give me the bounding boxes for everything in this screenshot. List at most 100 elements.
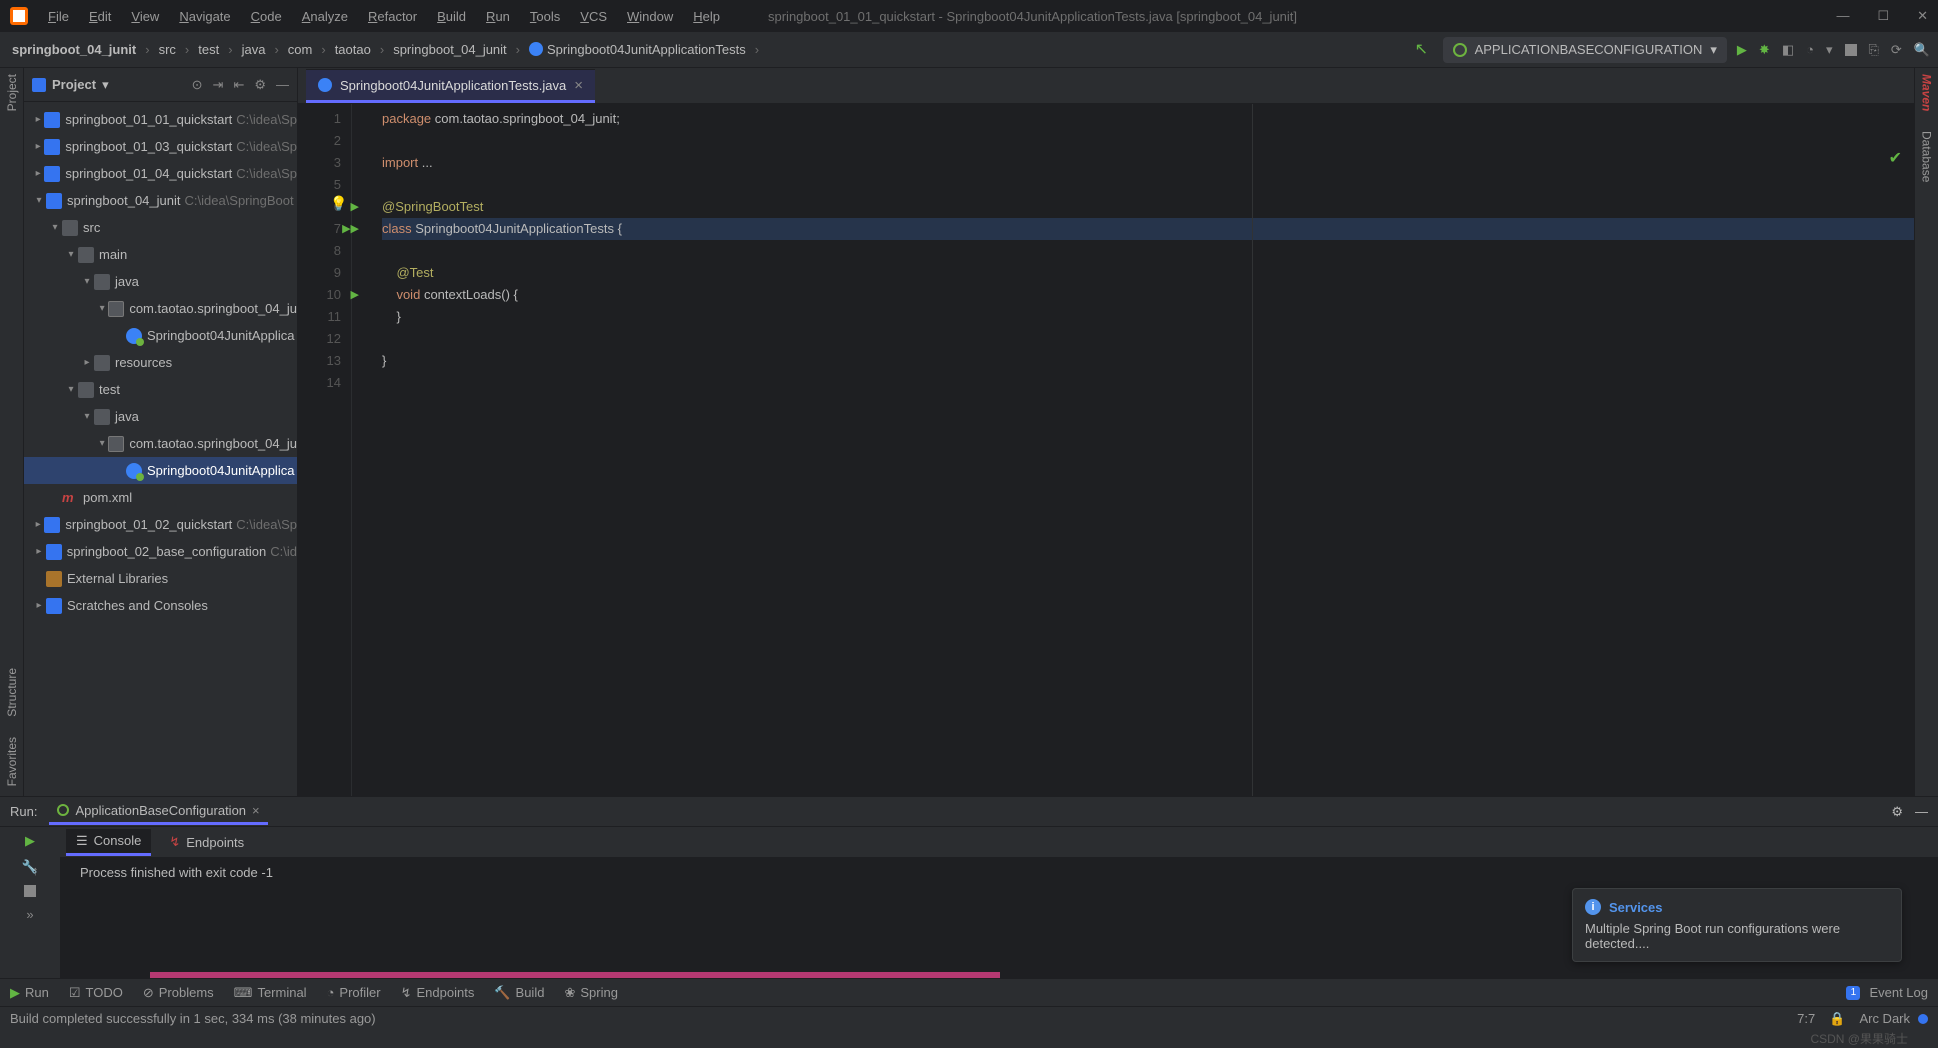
tree-item[interactable]: ▸Scratches and Consoles	[24, 592, 297, 619]
more-icon[interactable]: »	[26, 907, 33, 922]
tree-item[interactable]: ▾springboot_04_junitC:\idea\SpringBoot	[24, 187, 297, 214]
maven-tool-button[interactable]: Maven	[1920, 74, 1934, 111]
caret-position[interactable]: 7:7	[1797, 1011, 1815, 1026]
notification-popup[interactable]: iServices Multiple Spring Boot run confi…	[1572, 888, 1902, 962]
tree-item[interactable]: Springboot04JunitApplica	[24, 322, 297, 349]
tree-item[interactable]: ▸springboot_01_03_quickstartC:\idea\Sp	[24, 133, 297, 160]
back-tool-icon[interactable]: ↖	[1415, 39, 1437, 61]
attach-icon[interactable]: ▾	[1826, 42, 1833, 58]
database-tool-button[interactable]: Database	[1920, 131, 1934, 182]
menu-refactor[interactable]: Refactor	[360, 6, 425, 27]
collapse-icon[interactable]: ⇤	[233, 77, 244, 93]
scroll-up-icon[interactable]: ↑	[32, 863, 39, 878]
menu-run[interactable]: Run	[478, 6, 518, 27]
tree-item[interactable]: ▸srpingboot_01_02_quickstartC:\idea\Sp	[24, 511, 297, 538]
breadcrumb-item[interactable]: taotao	[331, 40, 375, 59]
git-icon[interactable]: ⎘	[1869, 42, 1879, 58]
tree-item[interactable]: External Libraries	[24, 565, 297, 592]
tree-item[interactable]: ▸springboot_01_04_quickstartC:\idea\Sp	[24, 160, 297, 187]
hide-icon[interactable]: —	[276, 77, 289, 93]
horizontal-scrollbar[interactable]	[60, 972, 1938, 978]
tree-item[interactable]: ▸springboot_02_base_configurationC:\id	[24, 538, 297, 565]
menu-analyze[interactable]: Analyze	[294, 6, 356, 27]
tree-chevron-icon[interactable]: ▾	[80, 276, 94, 287]
code-area[interactable]: 12356▶7▶▶8910▶11121314 💡 package com.tao…	[298, 104, 1914, 796]
search-icon[interactable]: 🔍	[1914, 42, 1930, 58]
code-line[interactable]: import ...	[382, 152, 1914, 174]
code-line[interactable]: }	[382, 306, 1914, 328]
tree-item[interactable]: ▸springboot_01_01_quickstartC:\idea\Sp	[24, 106, 297, 133]
code-line[interactable]: void contextLoads() {	[382, 284, 1914, 306]
menu-code[interactable]: Code	[243, 6, 290, 27]
menu-window[interactable]: Window	[619, 6, 681, 27]
run-config-selector[interactable]: APPLICATIONBASECONFIGURATION ▾	[1443, 37, 1727, 63]
close-icon[interactable]: ×	[252, 803, 260, 818]
menu-help[interactable]: Help	[685, 6, 728, 27]
breadcrumb-item[interactable]: com	[284, 40, 317, 59]
code-line[interactable]	[382, 372, 1914, 394]
tree-chevron-icon[interactable]: ▸	[32, 168, 44, 179]
code-line[interactable]	[382, 328, 1914, 350]
settings-icon[interactable]: ⚙	[254, 77, 266, 93]
run-icon[interactable]: ▶	[1737, 42, 1747, 58]
favorites-tool-button[interactable]: Favorites	[5, 737, 19, 786]
coverage-icon[interactable]: ◧	[1782, 42, 1794, 58]
code-body[interactable]: 💡 package com.taotao.springboot_04_junit…	[352, 104, 1914, 796]
breadcrumb-item[interactable]: java	[238, 40, 270, 59]
hide-icon[interactable]: —	[1915, 804, 1928, 819]
debug-icon[interactable]: ✸	[1759, 42, 1770, 58]
menu-view[interactable]: View	[123, 6, 167, 27]
intention-bulb-icon[interactable]: 💡	[330, 192, 346, 208]
breadcrumb-item[interactable]: springboot_04_junit	[389, 40, 510, 59]
tree-item[interactable]: ▾java	[24, 403, 297, 430]
tool-build[interactable]: 🔨Build	[494, 985, 544, 1001]
tree-chevron-icon[interactable]: ▸	[32, 114, 44, 125]
close-icon[interactable]: ✕	[1917, 8, 1928, 24]
event-log-button[interactable]: 1Event Log	[1846, 985, 1928, 1000]
stop-icon[interactable]	[1845, 44, 1857, 56]
menu-tools[interactable]: Tools	[522, 6, 568, 27]
tree-item[interactable]: ▾java	[24, 268, 297, 295]
tree-item[interactable]: ▸resources	[24, 349, 297, 376]
tree-chevron-icon[interactable]: ▸	[80, 357, 94, 368]
code-line[interactable]	[382, 130, 1914, 152]
code-line[interactable]	[382, 174, 1914, 196]
tool-profiler[interactable]: ◔Profiler	[327, 985, 381, 1000]
menu-edit[interactable]: Edit	[81, 6, 119, 27]
tree-item[interactable]: ▾main	[24, 241, 297, 268]
breadcrumb-item[interactable]: springboot_04_junit	[8, 40, 140, 59]
project-tree[interactable]: ▸springboot_01_01_quickstartC:\idea\Sp▸s…	[24, 102, 297, 796]
profile-icon[interactable]: ◔	[1806, 42, 1814, 57]
breadcrumb-item[interactable]: test	[194, 40, 223, 59]
project-tool-button[interactable]: Project	[5, 74, 19, 111]
code-line[interactable]: class Springboot04JunitApplicationTests …	[382, 218, 1914, 240]
tree-chevron-icon[interactable]: ▸	[32, 546, 46, 557]
tree-chevron-icon[interactable]: ▾	[64, 249, 78, 260]
minimize-icon[interactable]: —	[1836, 8, 1849, 24]
stop-icon[interactable]	[24, 885, 36, 897]
rerun-icon[interactable]: ▶	[25, 833, 35, 849]
tree-item[interactable]: mpom.xml	[24, 484, 297, 511]
inspection-ok-icon[interactable]: ✔	[1889, 148, 1902, 170]
maximize-icon[interactable]: ☐	[1877, 8, 1889, 24]
tree-item[interactable]: ▾test	[24, 376, 297, 403]
code-line[interactable]: @SpringBootTest	[382, 196, 1914, 218]
theme-label[interactable]: Arc Dark	[1859, 1011, 1910, 1026]
tree-chevron-icon[interactable]: ▸	[32, 519, 44, 530]
tree-chevron-icon[interactable]: ▾	[96, 303, 108, 314]
tree-item[interactable]: Springboot04JunitApplica	[24, 457, 297, 484]
expand-icon[interactable]: ⇥	[213, 77, 224, 93]
settings-icon[interactable]: ⚙	[1891, 804, 1903, 820]
tool-terminal[interactable]: ⌨Terminal	[234, 985, 307, 1001]
tool-todo[interactable]: ☑TODO	[69, 985, 123, 1001]
close-tab-icon[interactable]: ×	[574, 77, 583, 94]
menu-build[interactable]: Build	[429, 6, 474, 27]
tool-spring[interactable]: ❀Spring	[564, 985, 617, 1001]
update-icon[interactable]: ⟳	[1891, 42, 1902, 58]
tree-item[interactable]: ▾src	[24, 214, 297, 241]
tree-chevron-icon[interactable]: ▾	[96, 438, 108, 449]
code-line[interactable]: @Test	[382, 262, 1914, 284]
code-line[interactable]	[382, 240, 1914, 262]
tool-endpoints[interactable]: ↯Endpoints	[401, 985, 475, 1001]
tree-chevron-icon[interactable]: ▾	[32, 195, 46, 206]
